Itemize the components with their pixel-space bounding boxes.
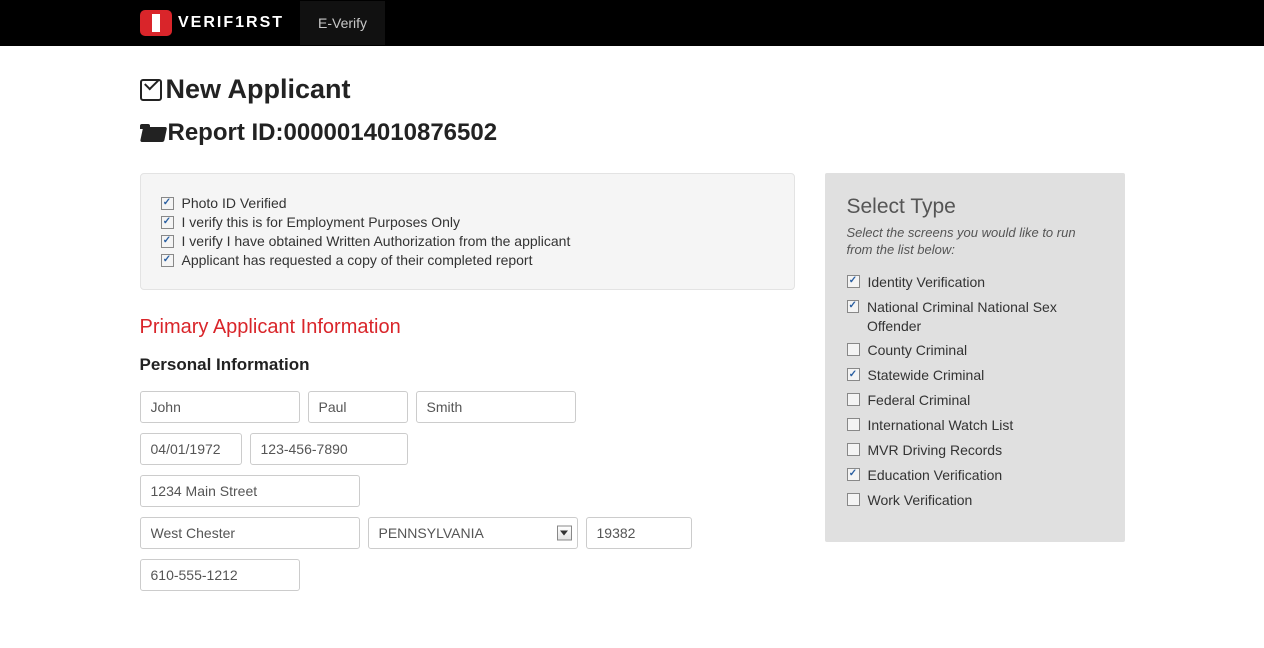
- section-personal-info: Personal Information: [140, 355, 795, 375]
- brand-logo-icon: [140, 10, 172, 36]
- report-id-label: Report ID:: [168, 119, 284, 147]
- report-id-value: 0000014010876502: [284, 119, 498, 147]
- dob-input[interactable]: [140, 433, 242, 465]
- screen-option: Identity Verification: [847, 273, 1103, 292]
- section-primary-applicant: Primary Applicant Information: [140, 316, 795, 339]
- screen-option: County Criminal: [847, 341, 1103, 360]
- screen-option: International Watch List: [847, 416, 1103, 435]
- screen-option: Work Verification: [847, 491, 1103, 510]
- ack-checkbox[interactable]: [161, 235, 174, 248]
- screen-label: Work Verification: [868, 491, 973, 510]
- city-input[interactable]: [140, 517, 360, 549]
- state-select-wrap: PENNSYLVANIA: [368, 517, 578, 549]
- page-title-text: New Applicant: [166, 74, 351, 105]
- select-type-hint: Select the screens you would like to run…: [847, 225, 1103, 259]
- page-title: New Applicant: [140, 74, 1125, 105]
- screen-checkbox[interactable]: [847, 418, 860, 431]
- state-select[interactable]: PENNSYLVANIA: [368, 517, 578, 549]
- check-square-icon: [140, 79, 162, 101]
- ack-label: Applicant has requested a copy of their …: [182, 252, 533, 268]
- main-container: New Applicant Report ID: 000001401087650…: [140, 46, 1125, 641]
- screen-label: County Criminal: [868, 341, 968, 360]
- zip-input[interactable]: [586, 517, 692, 549]
- ack-row: Applicant has requested a copy of their …: [161, 252, 774, 268]
- phone-input[interactable]: [140, 559, 300, 591]
- screen-option: Federal Criminal: [847, 391, 1103, 410]
- screen-label: Identity Verification: [868, 273, 986, 292]
- screen-checkbox[interactable]: [847, 393, 860, 406]
- screen-option: Statewide Criminal: [847, 366, 1103, 385]
- verification-acknowledgements: Photo ID Verified I verify this is for Em…: [140, 173, 795, 290]
- street-input[interactable]: [140, 475, 360, 507]
- ack-checkbox[interactable]: [161, 254, 174, 267]
- screen-checkbox[interactable]: [847, 468, 860, 481]
- screen-option: National Criminal National Sex Offender: [847, 298, 1103, 336]
- ack-row: I verify I have obtained Written Authori…: [161, 233, 774, 249]
- ssn-input[interactable]: [250, 433, 408, 465]
- brand-name: VERIF1RST: [178, 14, 284, 32]
- ack-row: Photo ID Verified: [161, 195, 774, 211]
- screen-checkbox[interactable]: [847, 343, 860, 356]
- screen-label: International Watch List: [868, 416, 1014, 435]
- last-name-input[interactable]: [416, 391, 576, 423]
- nav-tab-everify[interactable]: E-Verify: [300, 1, 385, 45]
- screen-checkbox[interactable]: [847, 300, 859, 313]
- screen-option: Education Verification: [847, 466, 1103, 485]
- screen-checkbox[interactable]: [847, 275, 860, 288]
- select-type-panel: Select Type Select the screens you would…: [825, 173, 1125, 542]
- screen-checkbox[interactable]: [847, 493, 860, 506]
- screen-checkbox[interactable]: [847, 443, 860, 456]
- screen-label: MVR Driving Records: [868, 441, 1003, 460]
- top-bar: VERIF1RST E-Verify: [0, 0, 1264, 46]
- screen-option: MVR Driving Records: [847, 441, 1103, 460]
- ack-checkbox[interactable]: [161, 197, 174, 210]
- report-id-heading: Report ID: 0000014010876502: [140, 119, 1125, 147]
- folder-open-icon: [140, 124, 164, 142]
- first-name-input[interactable]: [140, 391, 300, 423]
- screen-label: Statewide Criminal: [868, 366, 985, 385]
- ack-row: I verify this is for Employment Purposes…: [161, 214, 774, 230]
- screen-label: Education Verification: [868, 466, 1003, 485]
- ack-checkbox[interactable]: [161, 216, 174, 229]
- ack-label: Photo ID Verified: [182, 195, 287, 211]
- screen-label: National Criminal National Sex Offender: [867, 298, 1103, 336]
- middle-name-input[interactable]: [308, 391, 408, 423]
- select-type-title: Select Type: [847, 195, 1103, 219]
- ack-label: I verify this is for Employment Purposes…: [182, 214, 461, 230]
- ack-label: I verify I have obtained Written Authori…: [182, 233, 571, 249]
- screen-label: Federal Criminal: [868, 391, 971, 410]
- screen-checkbox[interactable]: [847, 368, 860, 381]
